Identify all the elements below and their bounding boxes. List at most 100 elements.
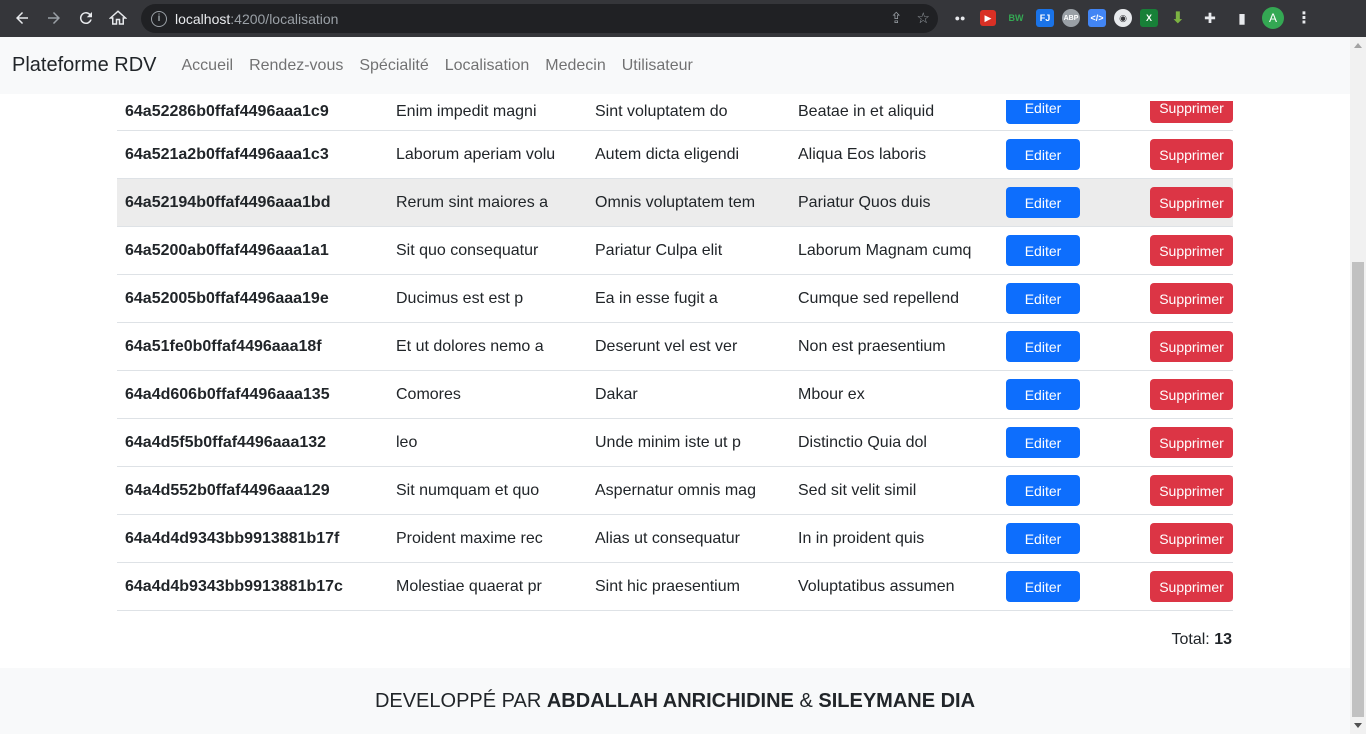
scrollbar-thumb[interactable] (1352, 262, 1364, 717)
delete-button[interactable]: Supprimer (1150, 331, 1233, 362)
row-field-2: Sint voluptatem do (587, 103, 790, 121)
reload-icon[interactable] (70, 2, 102, 34)
row-field-1-text: Enim impedit magni (396, 103, 537, 120)
row-field-3: Distinctio Quia dol (790, 434, 1006, 452)
row-field-3-text: Beatae in et aliquid (798, 103, 935, 120)
edit-button[interactable]: Editer (1006, 100, 1080, 124)
nav-link-utilisateur[interactable]: Utilisateur (622, 57, 693, 75)
edit-button[interactable]: Editer (1006, 475, 1080, 506)
delete-button[interactable]: Supprimer (1150, 283, 1233, 314)
edit-cell: Editer (1006, 331, 1143, 362)
edit-button[interactable]: Editer (1006, 571, 1080, 602)
edit-button[interactable]: Editer (1006, 331, 1080, 362)
table-row: 64a5200ab0ffaf4496aaa1a1 Sit quo consequa… (117, 227, 1233, 275)
nav-link-medecin[interactable]: Medecin (545, 57, 605, 75)
row-field-2-text: Sint hic praesentium (595, 577, 740, 595)
row-field-1: Rerum sint maiores a (388, 194, 587, 212)
row-id-text: 64a4d606b0ffaf4496aaa135 (125, 385, 330, 403)
edit-button[interactable]: Editer (1006, 235, 1080, 266)
brand-link[interactable]: Plateforme RDV (12, 54, 157, 77)
code-extension-icon[interactable]: </> (1088, 9, 1106, 27)
row-field-3-text: Pariatur Quos duis (798, 193, 931, 211)
delete-cell: Supprimer (1143, 427, 1233, 458)
row-id: 64a52005b0ffaf4496aaa19e (117, 290, 388, 308)
row-field-3: Aliqua Eos laboris (790, 146, 1006, 164)
row-field-2-text: Unde minim iste ut p (595, 433, 741, 451)
row-id-text: 64a4d552b0ffaf4496aaa129 (125, 481, 330, 499)
edit-button[interactable]: Editer (1006, 379, 1080, 410)
table-row: 64a521a2b0ffaf4496aaa1c3 Laborum aperiam … (117, 131, 1233, 179)
menu-kebab-icon[interactable]: ⋮ (1292, 7, 1316, 29)
total-value: 13 (1214, 631, 1232, 648)
row-field-1-text: Laborum aperiam volu (396, 145, 556, 163)
edit-button[interactable]: Editer (1006, 187, 1080, 218)
download-extension-icon[interactable]: ⬇ (1166, 7, 1190, 29)
edit-button[interactable]: Editer (1006, 523, 1080, 554)
site-info-icon[interactable]: i (151, 10, 167, 27)
row-field-3: In in proident quis (790, 530, 1006, 548)
edit-cell: Editer (1006, 475, 1143, 506)
edit-cell: Editer (1006, 523, 1143, 554)
row-field-2: Deserunt vel est ver (587, 338, 790, 356)
row-field-3-text: Mbour ex (798, 385, 865, 403)
circle-extension-icon[interactable]: ◉ (1114, 9, 1132, 27)
delete-button[interactable]: Supprimer (1150, 139, 1233, 170)
row-field-2-text: Sint voluptatem do (595, 103, 728, 120)
edit-button[interactable]: Editer (1006, 427, 1080, 458)
delete-button[interactable]: Supprimer (1150, 101, 1233, 123)
row-field-3-text: Distinctio Quia dol (798, 433, 927, 451)
row-field-2-text: Pariatur Culpa elit (595, 241, 723, 259)
video-extension-icon[interactable]: ▶ (980, 10, 996, 26)
edit-button[interactable]: Editer (1006, 283, 1080, 314)
page-footer: DEVELOPPÉ PAR ABDALLAH ANRICHIDINE & SIL… (0, 668, 1350, 734)
row-field-2-text: Aspernatur omnis mag (595, 481, 756, 499)
row-field-2: Alias ut consequatur (587, 530, 790, 548)
row-field-2: Autem dicta eligendi (587, 146, 790, 164)
abp-extension-icon[interactable]: ABP (1062, 9, 1080, 27)
bw-extension-icon[interactable]: BW (1004, 7, 1028, 29)
delete-button[interactable]: Supprimer (1150, 235, 1233, 266)
row-field-3: Pariatur Quos duis (790, 194, 1006, 212)
incognito-extension-icon[interactable]: ●● (948, 7, 972, 29)
row-field-1-text: Sit numquam et quo (396, 481, 540, 499)
row-field-3-text: Sed sit velit simil (798, 481, 917, 499)
app-navbar: Plateforme RDV Accueil Rendez-vous Spéci… (0, 37, 1350, 94)
row-field-2-text: Alias ut consequatur (595, 529, 740, 547)
bookmark-star-icon[interactable]: ☆ (917, 9, 930, 27)
nav-link-rendez-vous[interactable]: Rendez-vous (249, 57, 343, 75)
home-icon[interactable] (102, 2, 134, 34)
delete-button[interactable]: Supprimer (1150, 571, 1233, 602)
nav-link-specialite[interactable]: Spécialité (359, 57, 428, 75)
share-icon[interactable]: ⇪ (890, 9, 903, 27)
delete-button[interactable]: Supprimer (1150, 475, 1233, 506)
scroll-up-icon[interactable] (1354, 43, 1362, 48)
address-bar[interactable]: i localhost:4200/localisation ⇪ ☆ (141, 4, 938, 33)
puzzle-extensions-icon[interactable]: ✚ (1198, 7, 1222, 29)
row-field-3-text: In in proident quis (798, 529, 925, 547)
nav-link-accueil[interactable]: Accueil (182, 57, 234, 75)
row-id: 64a4d4b9343bb9913881b17c (117, 578, 388, 596)
table-row: 64a52286b0ffaf4496aaa1c9 Enim impedit mag… (117, 94, 1233, 131)
row-id-text: 64a5200ab0ffaf4496aaa1a1 (125, 241, 329, 259)
fj-extension-icon[interactable]: FJ (1036, 9, 1054, 27)
row-id: 64a52194b0ffaf4496aaa1bd (117, 194, 388, 212)
delete-cell: Supprimer (1143, 379, 1233, 410)
row-id: 64a4d606b0ffaf4496aaa135 (117, 386, 388, 404)
sidepanel-icon[interactable]: ▮ (1230, 7, 1254, 29)
row-field-3: Sed sit velit simil (790, 482, 1006, 500)
delete-button[interactable]: Supprimer (1150, 379, 1233, 410)
delete-cell: Supprimer (1143, 475, 1233, 506)
delete-button[interactable]: Supprimer (1150, 523, 1233, 554)
profile-avatar[interactable]: A (1262, 7, 1284, 29)
delete-button[interactable]: Supprimer (1150, 427, 1233, 458)
scroll-down-icon[interactable] (1354, 723, 1362, 728)
edit-button[interactable]: Editer (1006, 139, 1080, 170)
back-icon[interactable] (6, 2, 38, 34)
row-field-3-text: Laborum Magnam cumq (798, 241, 972, 259)
forward-icon[interactable] (38, 2, 70, 34)
delete-button[interactable]: Supprimer (1150, 187, 1233, 218)
row-field-3: Cumque sed repellend (790, 290, 1006, 308)
edit-cell: Editer (1006, 187, 1143, 218)
excel-extension-icon[interactable]: X (1140, 9, 1158, 27)
nav-link-localisation[interactable]: Localisation (445, 57, 530, 75)
